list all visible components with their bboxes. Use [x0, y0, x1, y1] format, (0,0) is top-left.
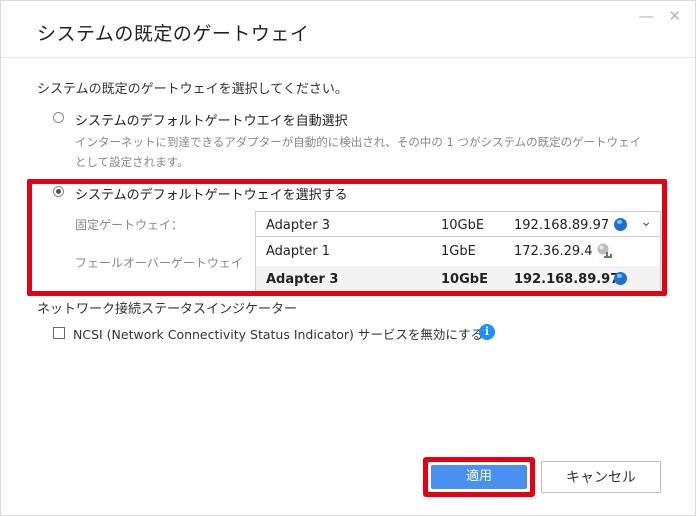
- fixed-gateway-label: 固定ゲートウェイ：: [75, 218, 184, 232]
- list-item[interactable]: Adapter 1 1GbE 172.36.29.4: [256, 238, 660, 266]
- network-icon: [597, 243, 612, 258]
- fixed-gateway-select[interactable]: Adapter 3 10GbE 192.168.89.97 ⌄: [255, 211, 661, 237]
- close-icon[interactable]: ✕: [668, 7, 681, 25]
- chevron-down-icon[interactable]: ⌄: [640, 214, 652, 230]
- ncsi-disable-label[interactable]: NCSI (Network Connectivity Status Indica…: [73, 324, 483, 343]
- adapter-ip: 172.36.29.4: [514, 244, 593, 259]
- window-controls: — ✕: [629, 7, 681, 25]
- adapter-name: Adapter 1: [266, 244, 330, 259]
- adapter-name: Adapter 3: [266, 272, 339, 287]
- minimize-icon[interactable]: —: [639, 7, 654, 25]
- title-divider: [1, 57, 695, 58]
- adapter-speed: 10GbE: [441, 218, 485, 233]
- auto-select-description: インターネットに到達できるアダプターが自動的に検出され、その中の 1 つがシステ…: [75, 135, 642, 169]
- dialog-title: システムの既定のゲートウェイ: [37, 23, 310, 45]
- ncsi-section-title: ネットワーク接続ステータスインジケーター: [37, 302, 298, 317]
- prompt-text: システムの既定のゲートウェイを選択してください。: [37, 82, 348, 97]
- adapter-ip: 192.168.89.97: [514, 218, 610, 233]
- list-item[interactable]: Adapter 3 10GbE 192.168.89.97: [256, 266, 660, 294]
- globe-icon: [614, 272, 627, 285]
- failover-gateway-label: フェールオーバーゲートウェイ: [75, 256, 243, 270]
- manual-select-label[interactable]: システムのデフォルトゲートウェイを選択する: [75, 184, 348, 203]
- selected-adapter: Adapter 3 10GbE 192.168.89.97 ⌄: [256, 212, 660, 240]
- globe-icon: [614, 218, 627, 231]
- adapter-speed: 10GbE: [441, 272, 488, 287]
- info-icon[interactable]: i: [479, 324, 495, 340]
- auto-select-label[interactable]: システムのデフォルトゲートウエイを自動選択: [75, 110, 348, 129]
- adapter-ip: 192.168.89.97: [514, 272, 620, 287]
- adapter-speed: 1GbE: [441, 244, 476, 259]
- adapter-name: Adapter 3: [266, 218, 330, 233]
- cancel-button[interactable]: キャンセル: [541, 461, 661, 493]
- gateway-dialog: システムの既定のゲートウェイ — ✕ システムの既定のゲートウェイを選択してくだ…: [0, 0, 696, 516]
- adapter-dropdown-list: Adapter 1 1GbE 172.36.29.4 Adapter 3 10G…: [255, 237, 661, 295]
- ncsi-disable-checkbox[interactable]: [53, 327, 65, 339]
- auto-select-radio[interactable]: [53, 112, 64, 123]
- manual-select-radio[interactable]: [53, 186, 64, 197]
- apply-button[interactable]: 適用: [431, 465, 527, 489]
